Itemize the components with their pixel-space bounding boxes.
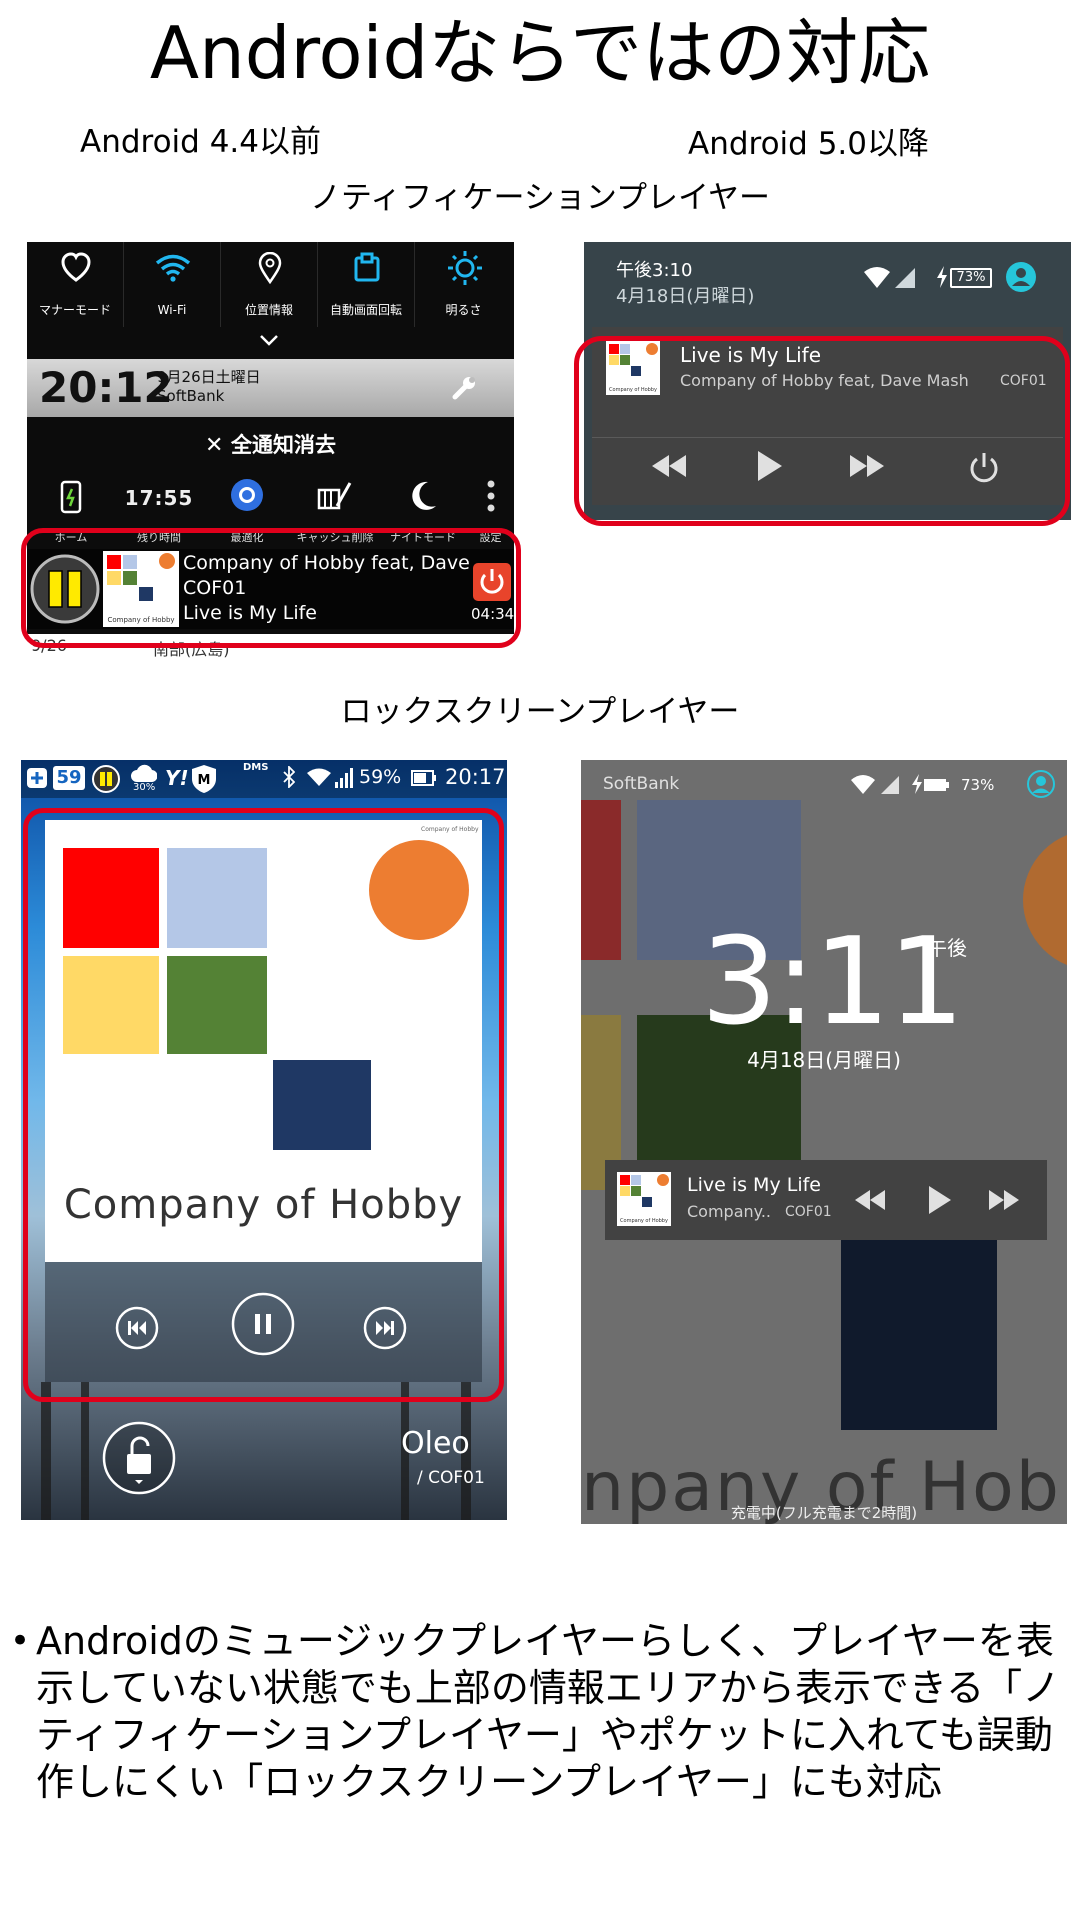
notification-count: 59 bbox=[53, 766, 85, 790]
qs-location[interactable]: 位置情報 bbox=[221, 242, 318, 327]
track-artist: Company.. bbox=[687, 1202, 772, 1221]
plus-icon bbox=[27, 768, 47, 788]
play-icon[interactable] bbox=[929, 1186, 951, 1214]
weather-percent: 30% bbox=[133, 782, 156, 793]
battery-indicator: 73% bbox=[950, 268, 992, 288]
status-date: 4月18日(月曜日) bbox=[616, 286, 755, 307]
signal-icon bbox=[895, 268, 915, 288]
slide-title: Androidならではの対応 bbox=[149, 11, 931, 95]
qs-manner-mode[interactable]: マナーモード bbox=[27, 242, 124, 327]
charging-status: 充電中(フル充電まで2時間) bbox=[730, 1504, 918, 1522]
battery-percent: 59% bbox=[359, 766, 402, 788]
highlight-old-lockscreen-player bbox=[23, 808, 504, 1402]
clock-date: 9月26日土曜日 bbox=[157, 368, 261, 386]
moon-icon bbox=[408, 480, 438, 512]
clear-all-label: 全通知消去 bbox=[231, 433, 337, 457]
clock-time: 20:12 bbox=[39, 363, 173, 412]
battery-icon bbox=[923, 778, 949, 792]
account-icon[interactable] bbox=[1027, 770, 1055, 798]
album-art: Company of Hobby bbox=[617, 1172, 671, 1226]
lockscreen-media-card: Company of Hobby Live is My Life Company… bbox=[605, 1160, 1047, 1240]
wrench-icon[interactable] bbox=[451, 375, 477, 401]
qs-label: マナーモード bbox=[38, 303, 111, 317]
qs-auto-rotate[interactable]: 自動画面回転 bbox=[318, 242, 415, 327]
broom-icon bbox=[317, 480, 353, 512]
wifi-icon bbox=[155, 254, 191, 282]
heart-icon bbox=[61, 252, 91, 284]
clear-all-button[interactable]: ✕ 全通知消去 bbox=[27, 422, 514, 468]
label-android-old: Android 4.4以前 bbox=[80, 124, 322, 160]
track-title: Live is My Life bbox=[687, 1174, 821, 1196]
album-art-caption: Company of Hobby bbox=[620, 1218, 668, 1224]
lock-clock: 3:11 bbox=[701, 913, 964, 1052]
qs-label: Wi-Fi bbox=[157, 303, 187, 317]
lock-date: 4月18日(月曜日) bbox=[747, 1048, 901, 1072]
unlock-button[interactable] bbox=[101, 1420, 177, 1496]
pause-status-icon bbox=[91, 764, 121, 794]
wifi-icon bbox=[851, 774, 875, 794]
svg-text:M: M bbox=[198, 773, 211, 788]
charging-icon bbox=[936, 266, 948, 288]
signal-icon bbox=[335, 768, 353, 788]
location-pin-icon bbox=[257, 252, 283, 284]
album-art-graphic bbox=[620, 1174, 669, 1207]
lock-ampm: 午後 bbox=[927, 936, 967, 960]
section-lockscreen-heading: ロックスクリーンプレイヤー bbox=[340, 694, 740, 730]
charging-icon bbox=[911, 774, 923, 794]
status-bar: 59 30% Y! M DMS 59% 20:17 bbox=[21, 760, 507, 798]
highlight-new-notification-player bbox=[574, 336, 1070, 526]
phone-battery-icon bbox=[60, 480, 82, 514]
label-android-new: Android 5.0以降 bbox=[688, 126, 930, 162]
carrier-name: SoftBank bbox=[603, 774, 680, 794]
qs-label: 明るさ bbox=[445, 303, 482, 317]
track-album: COF01 bbox=[785, 1204, 832, 1220]
blurred-album-art-background bbox=[581, 800, 1067, 1430]
clear-all-icon: ✕ bbox=[204, 433, 232, 458]
status-time: 20:17 bbox=[445, 765, 506, 789]
remaining-time-value: 17:55 bbox=[124, 486, 194, 510]
optimize-icon bbox=[230, 478, 264, 512]
carrier-tag: DMS bbox=[243, 762, 269, 773]
shield-icon: M bbox=[191, 764, 217, 794]
bullet-mark: • bbox=[10, 1621, 31, 1661]
lockscreen-track-album: / COF01 bbox=[417, 1468, 485, 1488]
highlight-old-notification-player bbox=[21, 528, 521, 648]
chevron-down-icon[interactable] bbox=[259, 334, 279, 346]
rewind-icon[interactable] bbox=[855, 1190, 885, 1210]
time-bar: 20:12 9月26日土曜日 SoftBank bbox=[27, 359, 514, 417]
account-icon[interactable] bbox=[1006, 262, 1036, 292]
new-lockscreen: SoftBank 73% 3:11 午後 4月18日(月曜日) Company … bbox=[581, 760, 1067, 1524]
qs-wifi[interactable]: Wi-Fi bbox=[124, 242, 221, 327]
carrier-name: SoftBank bbox=[157, 387, 225, 405]
signal-icon bbox=[881, 776, 899, 794]
battery-icon bbox=[411, 770, 437, 786]
qs-label: 自動画面回転 bbox=[329, 303, 402, 317]
status-time: 午後3:10 bbox=[616, 260, 693, 281]
qs-label: 位置情報 bbox=[244, 303, 293, 317]
brightness-icon bbox=[447, 250, 483, 286]
bluetooth-icon bbox=[283, 766, 295, 788]
qs-brightness[interactable]: 明るさ bbox=[415, 242, 512, 327]
yahoo-icon: Y! bbox=[165, 766, 189, 790]
wifi-icon bbox=[864, 266, 890, 288]
lockscreen-track-title: Oleo bbox=[401, 1426, 470, 1461]
battery-percent: 73% bbox=[961, 776, 995, 794]
bullet-text: Androidのミュージックプレイヤーらしく、プレイヤーを表示していない状態でも… bbox=[36, 1619, 1061, 1804]
wifi-icon bbox=[307, 768, 331, 786]
more-vert-icon bbox=[487, 480, 495, 512]
rotate-icon bbox=[352, 252, 382, 284]
section-notification-heading: ノティフィケーションプレイヤー bbox=[309, 180, 771, 216]
cloud-icon bbox=[131, 764, 157, 782]
fast-forward-icon[interactable] bbox=[989, 1190, 1019, 1210]
